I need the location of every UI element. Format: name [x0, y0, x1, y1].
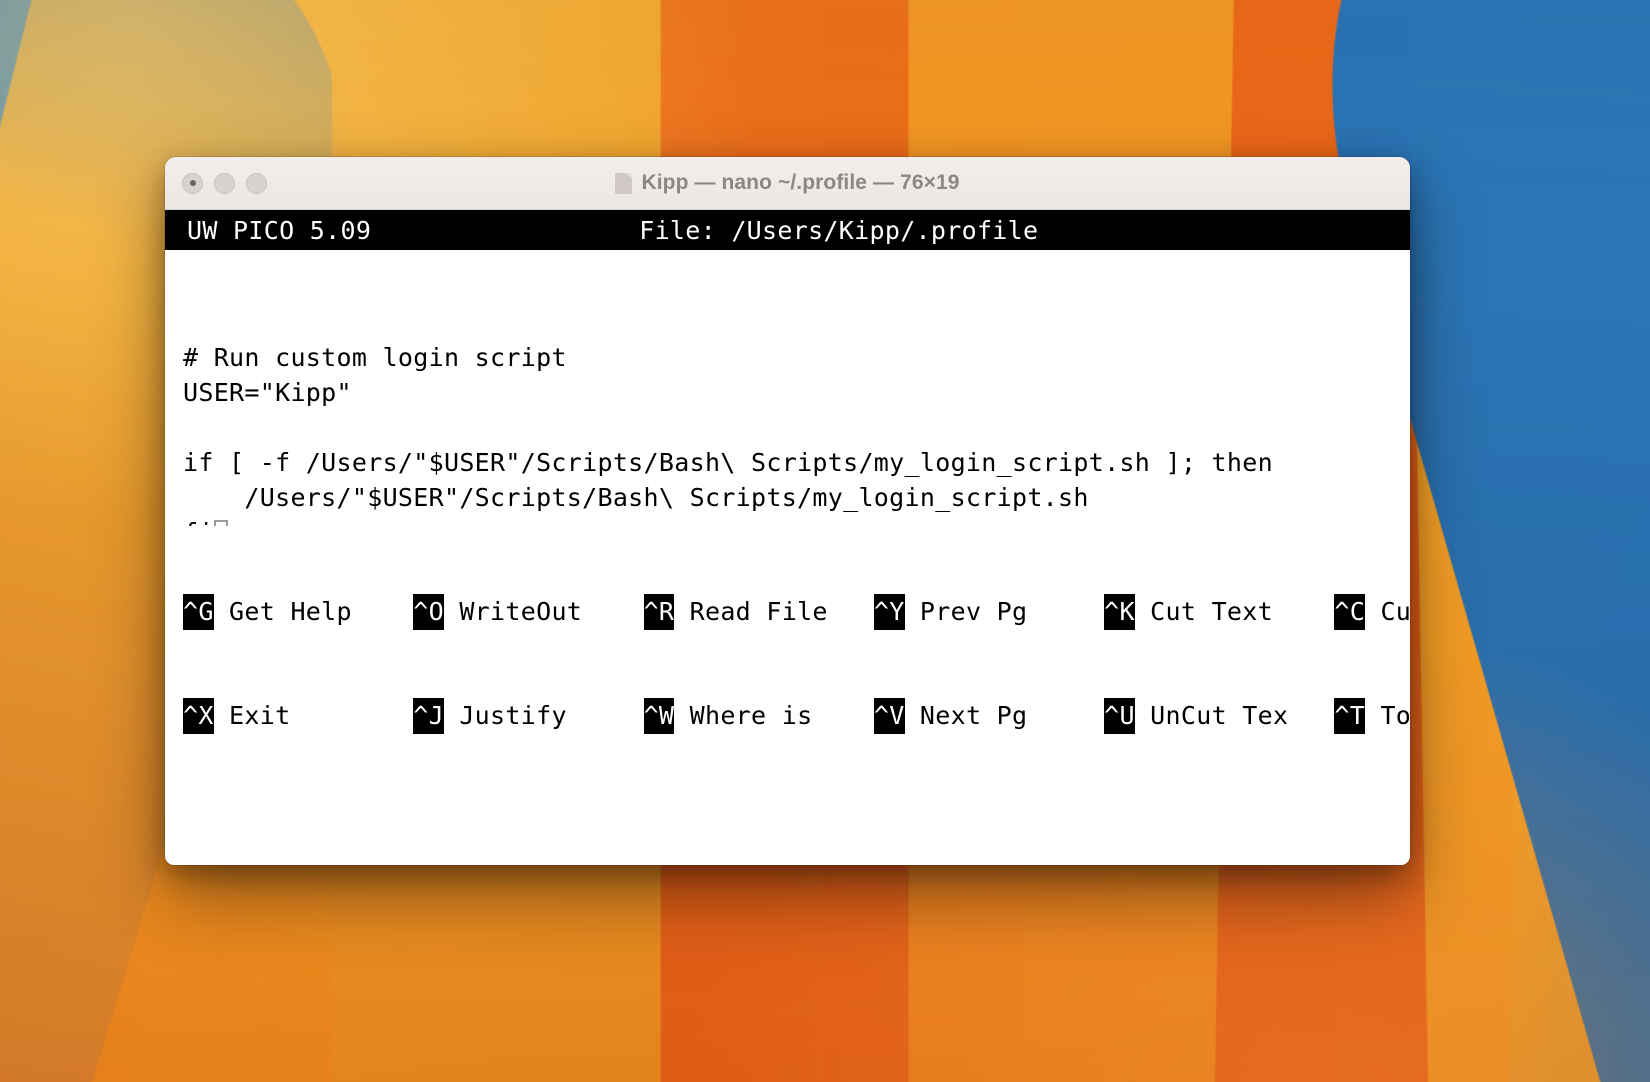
shortcut-item[interactable]: ^U UnCut Tex: [1104, 698, 1334, 734]
shortcut-item[interactable]: ^K Cut Text: [1104, 594, 1334, 630]
shortcut-item[interactable]: ^Y Prev Pg: [873, 594, 1105, 630]
shortcut-key: ^V: [873, 698, 905, 734]
terminal-window[interactable]: Kipp — nano ~/.profile — 76×19 UW PICO 5…: [165, 157, 1410, 865]
traffic-lights: [182, 172, 267, 194]
shortcut-label: Get Help: [213, 597, 414, 626]
shortcut-key: ^C: [1334, 594, 1366, 630]
shortcut-item[interactable]: ^C Cur Pos: [1334, 594, 1410, 630]
zoom-button-icon[interactable]: [246, 172, 267, 194]
window-titlebar[interactable]: Kipp — nano ~/.profile — 76×19: [165, 157, 1410, 210]
shortcut-label: Cur Pos: [1380, 597, 1410, 626]
shortcut-row-1: ^G Get Help ^O WriteOut ^R Read File ^Y …: [165, 594, 1410, 630]
editor-line: /Users/"$USER"/Scripts/Bash\ Scripts/my_…: [183, 483, 1089, 512]
shortcut-key: ^Y: [873, 594, 905, 630]
shortcut-key: ^G: [183, 594, 214, 630]
shortcut-item[interactable]: ^V Next Pg: [873, 698, 1105, 734]
editor-line: USER="Kipp": [183, 378, 352, 407]
shortcut-key: ^O: [413, 594, 444, 630]
shortcut-item[interactable]: ^W Where is: [643, 698, 874, 734]
shortcut-row-2: ^X Exit ^J Justify ^W Where is ^V Next P…: [165, 698, 1410, 734]
shortcut-label: WriteOut: [443, 597, 644, 626]
shortcut-label: Read File: [674, 597, 874, 626]
shortcut-key: ^J: [413, 698, 444, 734]
shortcut-key: ^R: [643, 594, 675, 630]
nano-file-label: File: /Users/Kipp/.profile: [639, 215, 1039, 245]
shortcut-label: Cut Text: [1134, 597, 1335, 626]
close-button-icon[interactable]: [182, 172, 203, 194]
editor-lines-container: # Run custom login script USER="Kipp" if […: [165, 340, 1410, 550]
window-title: Kipp — nano ~/.profile — 76×19: [641, 171, 960, 194]
shortcut-key: ^T: [1334, 698, 1366, 734]
shortcut-label: Exit: [213, 701, 414, 730]
shortcut-label: Next Pg: [904, 701, 1105, 730]
nano-editor-area[interactable]: # Run custom login script USER="Kipp" if […: [165, 250, 1410, 810]
shortcut-key: ^W: [643, 698, 675, 734]
shortcut-key: ^U: [1104, 698, 1135, 734]
editor-line: # Run custom login script: [183, 343, 567, 372]
shortcut-key: ^K: [1104, 594, 1135, 630]
shortcut-label: To Spell: [1380, 701, 1410, 730]
document-icon: [615, 172, 633, 194]
window-title-group: Kipp — nano ~/.profile — 76×19: [165, 171, 1410, 195]
shortcut-label: Where is: [674, 701, 874, 730]
minimize-button-icon[interactable]: [214, 172, 235, 194]
shortcut-label: Justify: [443, 701, 644, 730]
shortcut-key: ^X: [183, 698, 214, 734]
desktop-wallpaper: Kipp — nano ~/.profile — 76×19 UW PICO 5…: [0, 0, 1650, 1082]
nano-version-label: UW PICO 5.09: [187, 215, 372, 245]
nano-header-bar: UW PICO 5.09 File: /Users/Kipp/.profile: [165, 210, 1410, 250]
shortcut-label: Prev Pg: [904, 597, 1105, 626]
shortcut-item[interactable]: ^T To Spell: [1334, 698, 1410, 734]
shortcut-item[interactable]: ^G Get Help: [183, 594, 413, 630]
shortcut-item[interactable]: ^O WriteOut: [413, 594, 643, 630]
editor-line: if [ -f /Users/"$USER"/Scripts/Bash\ Scr…: [183, 448, 1273, 477]
shortcut-item[interactable]: ^J Justify: [413, 698, 643, 734]
shortcut-label: UnCut Tex: [1134, 701, 1335, 730]
shortcut-item[interactable]: ^X Exit: [183, 698, 413, 734]
nano-shortcut-bar: ^G Get Help ^O WriteOut ^R Read File ^Y …: [165, 526, 1410, 810]
shortcut-item[interactable]: ^R Read File: [643, 594, 874, 630]
